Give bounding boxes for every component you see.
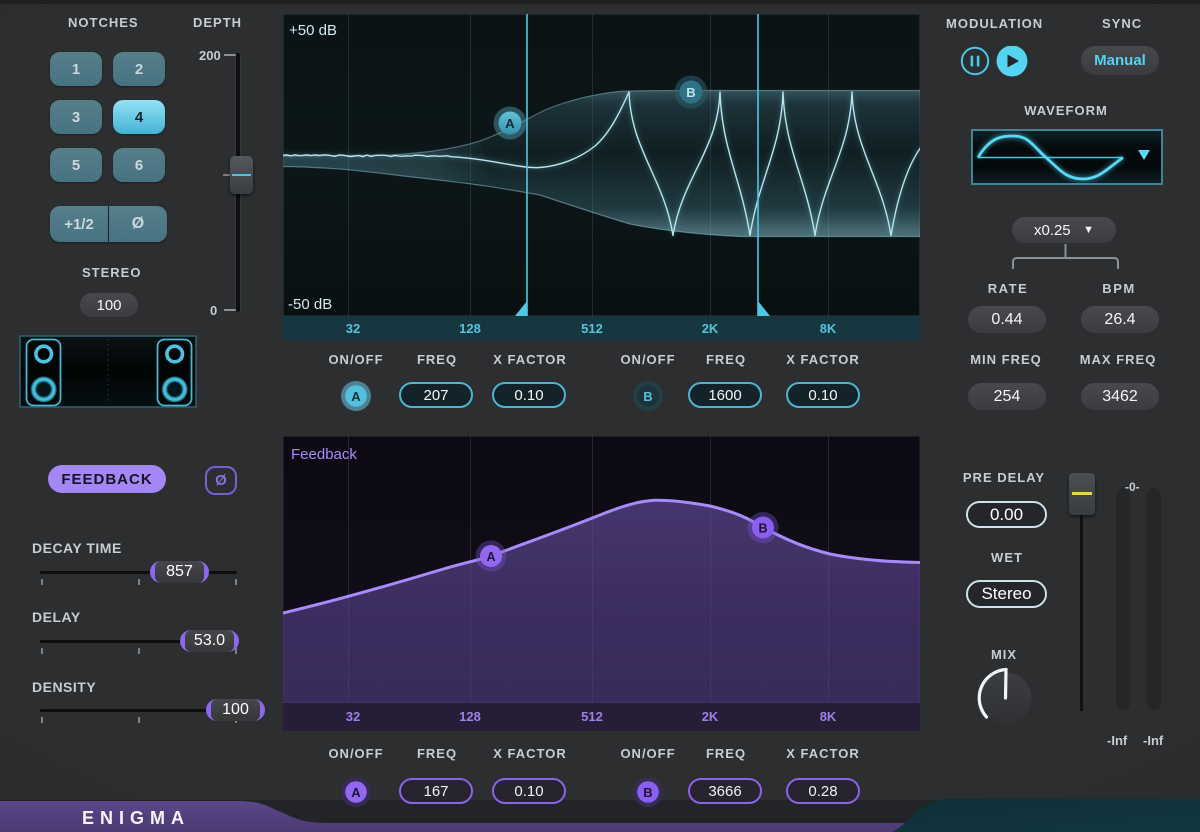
svg-text:B: B <box>643 389 652 404</box>
svg-text:2K: 2K <box>702 321 719 336</box>
svg-text:A: A <box>505 116 515 131</box>
svg-text:2K: 2K <box>702 709 719 724</box>
svg-text:512: 512 <box>581 709 603 724</box>
svg-text:128: 128 <box>459 321 481 336</box>
svg-text:A: A <box>486 550 495 564</box>
svg-text:512: 512 <box>581 321 603 336</box>
svg-text:32: 32 <box>346 709 360 724</box>
svg-text:A: A <box>351 389 361 404</box>
svg-text:32: 32 <box>346 321 360 336</box>
svg-text:8K: 8K <box>820 321 837 336</box>
svg-text:A: A <box>351 785 361 800</box>
svg-text:+50 dB: +50 dB <box>289 22 337 39</box>
svg-text:8K: 8K <box>820 709 837 724</box>
svg-text:B: B <box>643 785 652 800</box>
svg-text:128: 128 <box>459 709 481 724</box>
svg-text:B: B <box>758 522 767 536</box>
svg-text:-50 dB: -50 dB <box>288 296 332 313</box>
svg-text:B: B <box>686 85 695 100</box>
svg-text:Feedback: Feedback <box>291 446 357 463</box>
